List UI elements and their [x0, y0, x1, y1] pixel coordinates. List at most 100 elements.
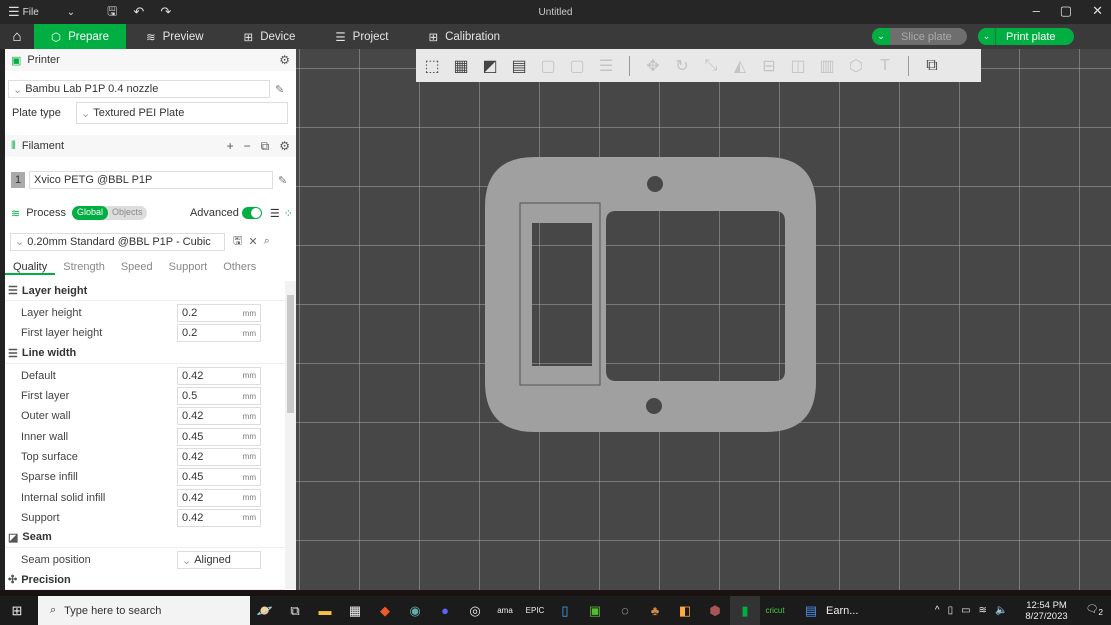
edit-icon[interactable]: ✎ [278, 174, 287, 187]
param-input[interactable]: 0.42mm [177, 448, 261, 466]
param-select[interactable]: ⌄Aligned [177, 551, 261, 569]
close-button[interactable]: ✕ [1092, 3, 1103, 19]
volume-icon[interactable]: 🔈 [995, 605, 1007, 616]
redo-icon[interactable]: ↷ [152, 4, 179, 20]
compare-icon[interactable]: ⁘ [284, 207, 293, 220]
param-input[interactable]: 0.42mm [177, 509, 261, 527]
scope-toggle[interactable]: Global Objects [72, 206, 147, 220]
tab-speed[interactable]: Speed [113, 261, 161, 275]
gear-icon[interactable]: ⚙ [279, 53, 290, 67]
move-icon[interactable]: ✥ [641, 54, 665, 78]
rotate-icon[interactable]: ↻ [670, 54, 694, 78]
save-icon[interactable]: 🖫 [99, 2, 125, 23]
chevron-down-icon[interactable]: ⌄ [872, 28, 890, 45]
discord-icon[interactable]: ● [430, 596, 460, 625]
taskbar-app-label[interactable]: Earn... [826, 605, 858, 617]
boolean-icon[interactable]: ⬡ [844, 54, 868, 78]
file-explorer-icon[interactable]: ▬ [310, 596, 340, 625]
undo-icon[interactable]: ↶ [125, 4, 152, 20]
windows-start-icon[interactable]: ⊞ [2, 596, 32, 625]
support-paint-icon[interactable]: ◫ [786, 54, 810, 78]
filament-select[interactable]: Xvico PETG @BBL P1P [29, 171, 273, 189]
layers-icon[interactable]: ☰ [594, 54, 618, 78]
text-icon[interactable]: T [873, 54, 897, 78]
param-input[interactable]: 0.2mm [177, 304, 261, 322]
tab-preview[interactable]: ≋Preview [126, 24, 224, 49]
close-icon[interactable]: ✕ [248, 235, 257, 248]
save-preset-icon[interactable]: 🖫 [233, 232, 242, 251]
gear-icon[interactable]: ⚙ [279, 139, 290, 154]
tab-others[interactable]: Others [215, 261, 264, 275]
tab-calibration[interactable]: ⊞Calibration [408, 24, 520, 49]
process-preset-select[interactable]: ⌄0.20mm Standard @BBL P1P - Cubic [10, 233, 225, 251]
taskbar-search[interactable]: ⌕Type here to search [38, 596, 250, 625]
arrange-icon[interactable]: ▤ [507, 54, 531, 78]
param-input[interactable]: 0.42mm [177, 367, 261, 385]
app-icon[interactable]: ▯ [550, 596, 580, 625]
word-icon[interactable]: ▤ [796, 596, 826, 625]
battery-icon[interactable]: ▭ [961, 605, 970, 616]
clock-time[interactable]: 12:54 PM [1026, 600, 1067, 611]
slice-plate-button[interactable]: ⌄Slice plate [872, 28, 967, 45]
home-button[interactable]: ⌂ [0, 24, 34, 49]
search-icon[interactable]: ⌕ [264, 235, 270, 248]
tab-support[interactable]: Support [161, 261, 216, 275]
file-menu[interactable]: ☰File [0, 4, 47, 20]
tab-device[interactable]: ⊞Device [224, 24, 316, 49]
param-input[interactable]: 0.2mm [177, 324, 261, 342]
printer-select[interactable]: ⌄Bambu Lab P1P 0.4 nozzle [8, 80, 270, 98]
edit-icon[interactable]: ✎ [275, 83, 284, 96]
app-icon[interactable]: ◧ [670, 596, 700, 625]
add-plate-icon[interactable]: ▦ [449, 54, 473, 78]
game-icon[interactable]: ♣ [640, 596, 670, 625]
param-input[interactable]: 0.42mm [177, 407, 261, 425]
copy-icon[interactable]: ▢ [536, 54, 560, 78]
clock-date[interactable]: 8/27/2023 [1025, 611, 1067, 622]
app-icon[interactable]: ⬢ [700, 596, 730, 625]
chrome-like-icon[interactable]: ◌ [610, 596, 640, 625]
sync-filament-icon[interactable]: ⧉ [261, 139, 270, 154]
maximize-button[interactable]: ▢ [1060, 3, 1072, 19]
tab-prepare[interactable]: ⬡Prepare [34, 24, 126, 49]
tab-strength[interactable]: Strength [55, 261, 113, 275]
chevron-up-icon[interactable]: ^ [935, 605, 940, 616]
remove-filament-icon[interactable]: − [244, 139, 251, 154]
objects-tab[interactable]: Objects [108, 206, 147, 220]
notifications-icon[interactable]: 🗨2 [1086, 604, 1103, 617]
add-filament-icon[interactable]: + [227, 139, 234, 154]
bambu-studio-icon[interactable]: ▮ [730, 596, 760, 625]
paste-icon[interactable]: ▢ [565, 54, 589, 78]
assembly-icon[interactable]: ⧉ [920, 54, 944, 78]
param-input[interactable]: 0.42mm [177, 489, 261, 507]
wifi-icon[interactable]: ≋ [979, 605, 987, 616]
tab-project[interactable]: ☰Project [315, 24, 408, 49]
minimize-button[interactable]: – [1033, 3, 1040, 19]
minecraft-icon[interactable]: ▣ [580, 596, 610, 625]
cricut-icon[interactable]: cricut [760, 596, 790, 625]
epic-games-icon[interactable]: EPIC [520, 596, 550, 625]
print-plate-button[interactable]: ⌄Print plate [978, 28, 1074, 45]
tab-quality[interactable]: Quality [5, 261, 55, 275]
list-icon[interactable]: ☰ [270, 207, 280, 220]
global-tab[interactable]: Global [72, 206, 108, 220]
amazon-games-icon[interactable]: ama [490, 596, 520, 625]
chevron-down-icon[interactable]: ⌄ [978, 28, 996, 45]
steam-icon[interactable]: ◉ [400, 596, 430, 625]
obs-icon[interactable]: ◎ [460, 596, 490, 625]
scrollbar[interactable] [285, 281, 296, 589]
device-icon[interactable]: ▯ [948, 605, 954, 616]
brave-icon[interactable]: ◆ [370, 596, 400, 625]
lay-on-face-icon[interactable]: ◭ [728, 54, 752, 78]
scale-icon[interactable]: ⤡ [699, 54, 723, 78]
param-input[interactable]: 0.45mm [177, 428, 261, 446]
auto-orient-icon[interactable]: ◩ [478, 54, 502, 78]
dropdown-chevron-icon[interactable]: ⌄ [59, 7, 83, 18]
3d-viewport[interactable]: ⬚ ▦ ◩ ▤ ▢ ▢ ☰ ✥ ↻ ⤡ ◭ ⊟ ◫ ▥ ⬡ T ⧉ [296, 49, 1111, 590]
store-icon[interactable]: ▦ [340, 596, 370, 625]
param-input[interactable]: 0.5mm [177, 387, 261, 405]
task-view-icon[interactable]: ⧉ [280, 596, 310, 625]
cut-icon[interactable]: ⊟ [757, 54, 781, 78]
advanced-toggle[interactable] [242, 207, 262, 219]
param-input[interactable]: 0.45mm [177, 468, 261, 486]
plate-type-select[interactable]: ⌄Textured PEI Plate [76, 102, 288, 124]
